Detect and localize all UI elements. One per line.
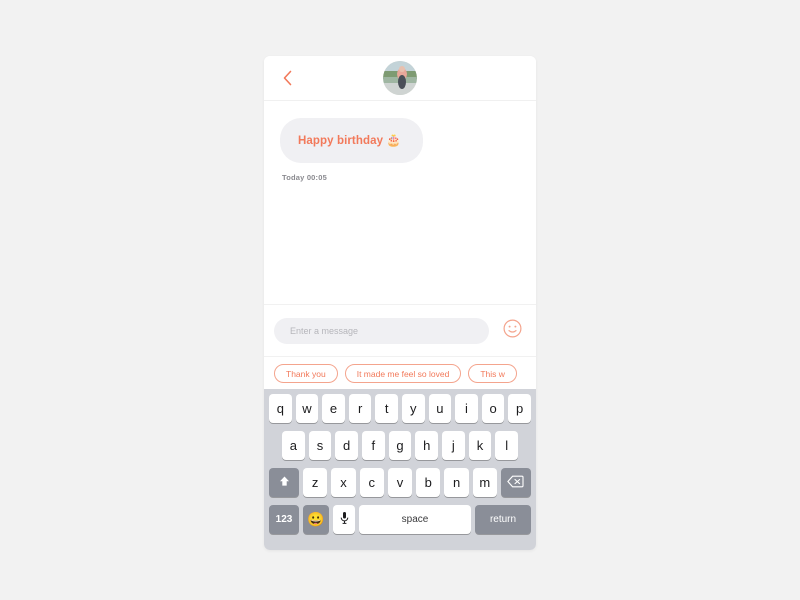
key-b[interactable]: b <box>416 468 441 497</box>
avatar-photo <box>383 61 417 95</box>
key-v[interactable]: v <box>387 468 413 497</box>
cake-emoji-icon: 🎂 <box>386 133 402 147</box>
chat-message-area: Happy birthday 🎂 Today 00:05 <box>264 101 536 304</box>
key-d[interactable]: d <box>335 431 358 460</box>
key-m[interactable]: m <box>472 468 497 497</box>
message-row: Happy birthday 🎂 <box>264 101 536 163</box>
keyboard-row-2: a s d f g h j k l <box>267 431 533 460</box>
key-o[interactable]: o <box>481 394 505 423</box>
dictation-key[interactable] <box>333 505 355 534</box>
key-j[interactable]: j <box>442 431 465 460</box>
key-s[interactable]: s <box>308 431 332 460</box>
shift-key[interactable] <box>269 468 300 497</box>
message-input-bar <box>264 304 536 356</box>
keyboard-row-3: z x c v b n m <box>267 468 533 497</box>
microphone-icon <box>340 511 349 528</box>
smiley-face-icon <box>503 319 522 343</box>
keyboard-row-1: q w e r t y u i o p <box>267 394 533 423</box>
on-screen-keyboard: q w e r t y u i o p a s d f g h j k l z … <box>264 389 536 550</box>
backspace-delete-icon <box>507 475 525 491</box>
key-x[interactable]: x <box>331 468 356 497</box>
back-button[interactable] <box>272 56 302 100</box>
backspace-key[interactable] <box>500 468 531 497</box>
key-g[interactable]: g <box>388 431 412 460</box>
message-text: Happy birthday <box>298 135 384 147</box>
chevron-left-icon <box>283 70 292 86</box>
return-key[interactable]: return <box>475 505 531 534</box>
emoji-picker-button[interactable] <box>498 317 526 345</box>
suggestion-chip-3[interactable]: This w <box>468 363 517 383</box>
key-h[interactable]: h <box>415 431 439 460</box>
phone-mockup: Happy birthday🎂 Today 00:05 Thank you It… <box>264 56 536 550</box>
key-a[interactable]: a <box>281 431 305 460</box>
key-p[interactable]: p <box>508 394 531 423</box>
chat-header <box>264 56 536 101</box>
key-r[interactable]: r <box>348 394 372 423</box>
key-e[interactable]: e <box>322 394 345 423</box>
key-c[interactable]: c <box>359 468 384 497</box>
message-timestamp: Today 00:05 <box>282 173 327 182</box>
key-w[interactable]: w <box>295 394 319 423</box>
key-i[interactable]: i <box>455 394 478 423</box>
numbers-key[interactable]: 123 <box>269 505 299 534</box>
space-key[interactable]: space <box>359 505 471 534</box>
key-f[interactable]: f <box>362 431 385 460</box>
avatar[interactable] <box>383 61 417 95</box>
key-n[interactable]: n <box>444 468 469 497</box>
key-l[interactable]: l <box>495 431 519 460</box>
message-input[interactable] <box>274 317 489 344</box>
key-u[interactable]: u <box>428 394 452 423</box>
key-t[interactable]: t <box>375 394 398 423</box>
key-k[interactable]: k <box>468 431 492 460</box>
shift-arrow-icon <box>278 475 291 491</box>
keyboard-row-4: 123 😀 space return <box>267 505 533 534</box>
key-y[interactable]: y <box>402 394 425 423</box>
keyboard-emoji-key[interactable]: 😀 <box>303 505 329 534</box>
suggestion-chip-1[interactable]: Thank you <box>274 363 338 383</box>
suggestion-chip-2[interactable]: It made me feel so loved <box>344 363 462 383</box>
key-z[interactable]: z <box>303 468 328 497</box>
suggestion-chips-row: Thank you It made me feel so loved This … <box>264 356 536 389</box>
message-bubble[interactable]: Happy birthday 🎂 <box>280 118 424 163</box>
key-q[interactable]: q <box>269 394 292 423</box>
